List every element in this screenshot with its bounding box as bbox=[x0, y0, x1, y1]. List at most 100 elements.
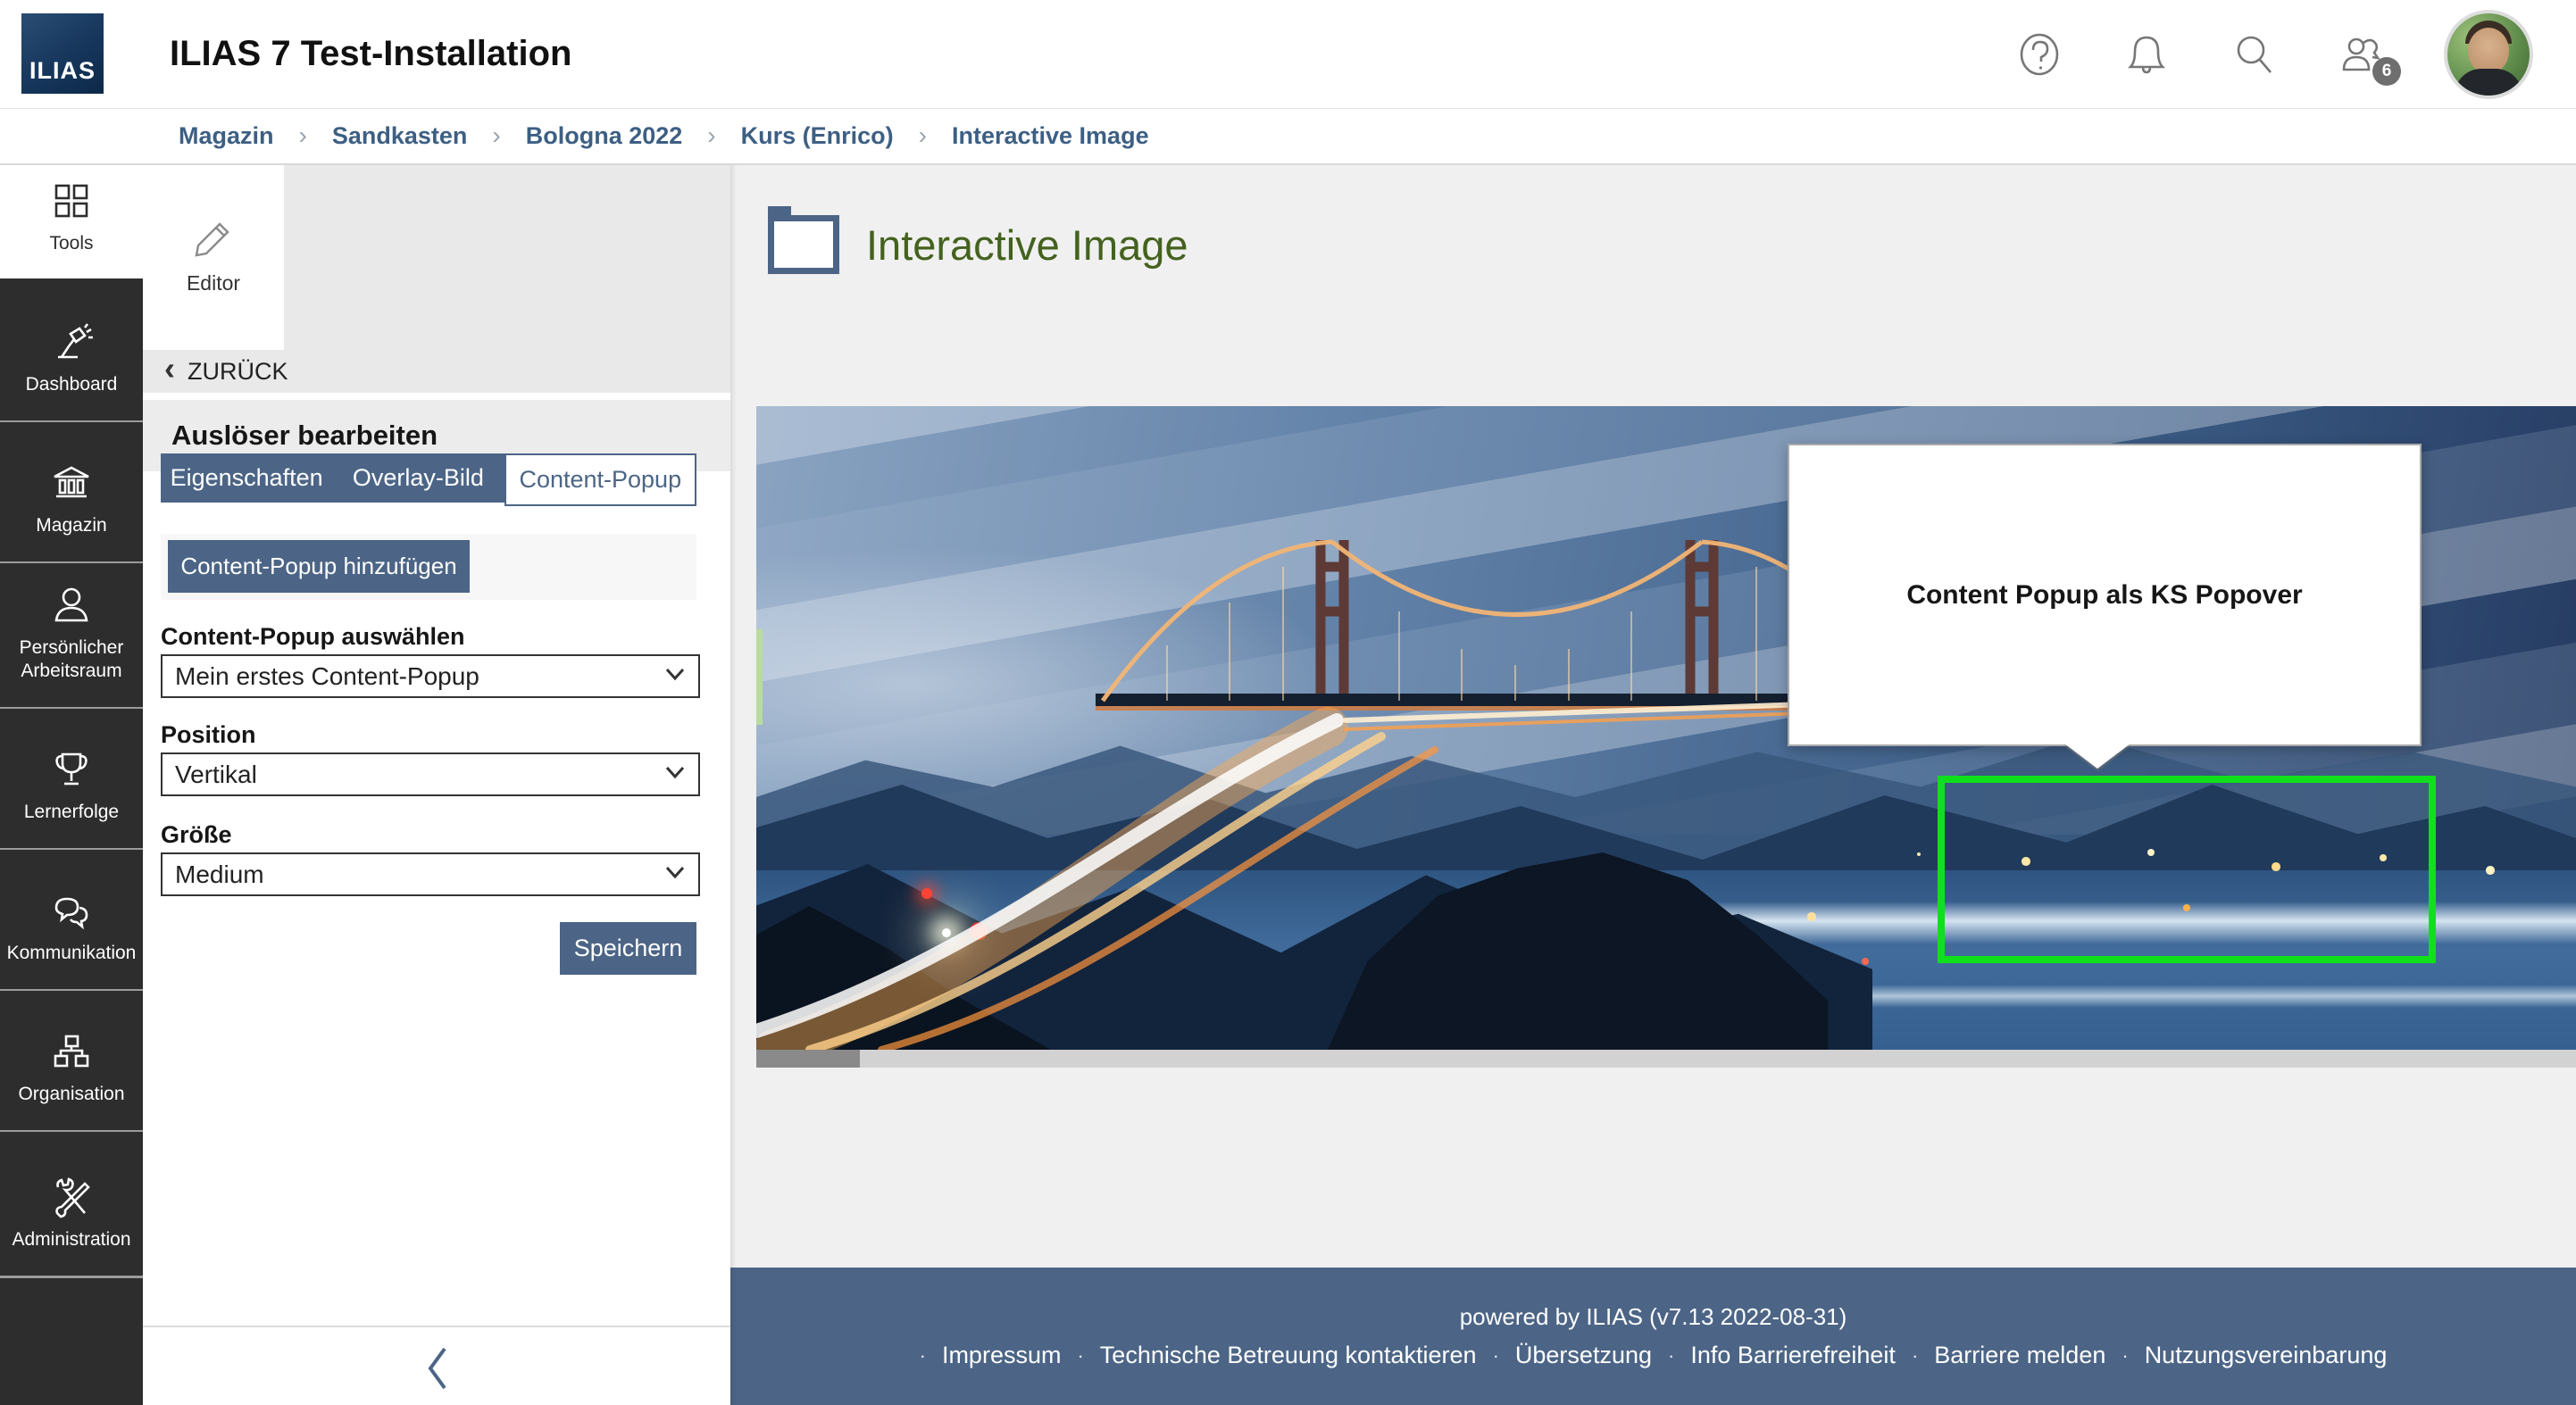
avatar-suit bbox=[2455, 69, 2522, 99]
sidebar-item-label: Magazin bbox=[30, 514, 112, 537]
sidebar-item-administration[interactable]: Administration bbox=[0, 1132, 143, 1275]
breadcrumb: Magazin › Sandkasten › Bologna 2022 › Ku… bbox=[0, 108, 2576, 165]
breadcrumb-bologna-2022[interactable]: Bologna 2022 bbox=[526, 122, 683, 150]
back-button[interactable]: ‹ ZURÜCK bbox=[143, 350, 730, 393]
footer-separator: · bbox=[1668, 1344, 1674, 1368]
footer-link-impressum[interactable]: Impressum bbox=[942, 1342, 1062, 1369]
groesse-select[interactable]: Medium bbox=[161, 852, 700, 896]
groesse-select-value: Medium bbox=[175, 860, 664, 889]
chat-bubbles-icon bbox=[49, 888, 94, 933]
ilias-logo-text: ILIAS bbox=[29, 57, 96, 85]
panel-heading: Auslöser bearbeiten bbox=[171, 420, 438, 452]
position-select[interactable]: Vertikal bbox=[161, 752, 700, 796]
groesse-label: Größe bbox=[161, 821, 232, 849]
footer-separator: · bbox=[920, 1344, 926, 1368]
org-chart-icon bbox=[49, 1029, 94, 1074]
bank-icon bbox=[49, 461, 94, 505]
person-icon bbox=[49, 583, 94, 628]
footer-link-nutzungsvereinbarung[interactable]: Nutzungsvereinbarung bbox=[2145, 1342, 2388, 1369]
awareness-icon[interactable]: 6 bbox=[2337, 30, 2385, 79]
breadcrumb-separator: › bbox=[492, 121, 500, 150]
top-header: ILIAS ILIAS 7 Test-Installation bbox=[0, 0, 2576, 109]
footer-separator: · bbox=[1077, 1344, 1083, 1368]
tab-overlay-bild[interactable]: Overlay-Bild bbox=[332, 453, 504, 503]
folder-icon bbox=[768, 215, 839, 274]
sidebar-item-label: Organisation bbox=[13, 1083, 129, 1106]
footer-separator: · bbox=[1912, 1344, 1918, 1368]
search-icon[interactable] bbox=[2230, 30, 2278, 79]
sidebar-item-label: Kommunikation bbox=[2, 942, 142, 965]
tab-content-popup[interactable]: Content-Popup bbox=[504, 453, 696, 506]
content-popup-select-label: Content-Popup auswählen bbox=[161, 623, 465, 651]
ilias-logo[interactable]: ILIAS bbox=[21, 13, 104, 94]
tab-eigenschaften[interactable]: Eigenschaften bbox=[161, 453, 332, 503]
add-content-popup-button[interactable]: Content-Popup hinzufügen bbox=[168, 540, 470, 593]
user-avatar[interactable] bbox=[2444, 10, 2533, 99]
trigger-highlight-rect[interactable] bbox=[1938, 776, 2436, 963]
page-footer: powered by ILIAS (v7.13 2022-08-31) · Im… bbox=[730, 1268, 2576, 1405]
breadcrumb-separator: › bbox=[299, 121, 307, 150]
sidebar-item-organisation[interactable]: Organisation bbox=[0, 991, 143, 1129]
trigger-tabbar: Eigenschaften Overlay-Bild Content-Popup bbox=[161, 453, 696, 503]
chevron-down-icon bbox=[664, 865, 686, 884]
notifications-bell-icon[interactable] bbox=[2122, 30, 2171, 79]
desk-lamp-icon bbox=[49, 320, 94, 364]
breadcrumb-interactive-image[interactable]: Interactive Image bbox=[952, 122, 1149, 150]
breadcrumb-magazin[interactable]: Magazin bbox=[179, 122, 274, 150]
breadcrumb-separator: › bbox=[707, 121, 715, 150]
chevron-left-icon: ‹ bbox=[164, 350, 175, 387]
powered-by-text: powered by ILIAS (v7.13 2022-08-31) bbox=[1460, 1303, 1847, 1331]
save-button[interactable]: Speichern bbox=[560, 922, 696, 975]
tab-editor[interactable]: Editor bbox=[143, 163, 284, 350]
help-icon[interactable] bbox=[2015, 30, 2063, 79]
breadcrumb-kurs-enrico[interactable]: Kurs (Enrico) bbox=[741, 122, 894, 150]
position-select-value: Vertikal bbox=[175, 761, 664, 789]
add-popup-section: Content-Popup hinzufügen bbox=[161, 534, 696, 600]
back-label: ZURÜCK bbox=[188, 358, 288, 386]
content-popup-select[interactable]: Mein erstes Content-Popup bbox=[161, 654, 700, 698]
chevron-down-icon bbox=[664, 765, 686, 784]
page-title: Interactive Image bbox=[866, 220, 1188, 270]
trophy-icon bbox=[49, 747, 94, 792]
breadcrumb-separator: › bbox=[919, 121, 927, 150]
footer-separator: · bbox=[1493, 1344, 1499, 1368]
editor-side-panel: Editor ‹ ZURÜCK Auslöser bearbeiten Eige… bbox=[143, 163, 730, 1405]
sidebar-item-label: Persönlicher Ar­beitsraum bbox=[0, 636, 143, 684]
footer-link-info-barrierefreiheit[interactable]: Info Barrierefreiheit bbox=[1690, 1342, 1896, 1369]
sidebar-item-label: Administration bbox=[6, 1228, 136, 1251]
footer-link-technische-betreuung[interactable]: Technische Betreuung kontaktieren bbox=[1100, 1342, 1477, 1369]
footer-links: · Impressum · Technische Betreuung konta… bbox=[920, 1342, 2388, 1369]
popover-text: Content Popup als KS Popover bbox=[1906, 580, 2302, 611]
sidebar-item-kommunikation[interactable]: Kommunikation bbox=[0, 850, 143, 988]
sidebar-item-dashboard[interactable]: Dashboard bbox=[0, 281, 143, 420]
ilias-app: ILIAS ILIAS 7 Test-Installation bbox=[0, 0, 2576, 1405]
footer-link-uebersetzung[interactable]: Übersetzung bbox=[1515, 1342, 1652, 1369]
sidebar-item-label: Tools bbox=[44, 232, 98, 255]
sidebar-item-label: Lernerfolge bbox=[19, 801, 124, 824]
sidebar-item-label: Dashboard bbox=[21, 373, 123, 396]
chevron-down-icon bbox=[664, 667, 686, 686]
sidebar-item-magazin[interactable]: Magazin bbox=[0, 422, 143, 561]
scrollbar-thumb[interactable] bbox=[756, 1050, 860, 1068]
sidebar-item-persoenlicher-arbeitsraum[interactable]: Persönlicher Ar­beitsraum bbox=[0, 563, 143, 706]
chevron-left-icon bbox=[420, 1343, 455, 1393]
sidebar-item-tools[interactable]: Tools bbox=[0, 163, 143, 279]
popover-arrow bbox=[2064, 744, 2130, 769]
main-sidebar: Tools Dashboard Magazin Persönlicher Ar­… bbox=[0, 163, 143, 1405]
main-content: Interactive Image bbox=[730, 163, 2576, 1405]
editor-tab-label: Editor bbox=[187, 271, 240, 295]
sidebar-item-lernerfolge[interactable]: Lernerfolge bbox=[0, 709, 143, 847]
collapse-panel-button[interactable] bbox=[420, 1343, 455, 1393]
content-popup-popover: Content Popup als KS Popover bbox=[1788, 444, 2422, 746]
page-title-row: Interactive Image bbox=[768, 215, 1188, 274]
edge-trigger-marker[interactable] bbox=[756, 629, 763, 725]
footer-separator: · bbox=[2122, 1344, 2128, 1368]
pencil-icon bbox=[193, 218, 234, 259]
footer-link-barriere-melden[interactable]: Barriere melden bbox=[1934, 1342, 2105, 1369]
grid-icon bbox=[49, 179, 94, 223]
breadcrumb-sandkasten[interactable]: Sandkasten bbox=[332, 122, 468, 150]
awareness-badge: 6 bbox=[2372, 57, 2401, 86]
panel-divider bbox=[143, 1326, 730, 1327]
avatar-face bbox=[2468, 28, 2509, 74]
tools-crossed-icon bbox=[49, 1175, 94, 1219]
